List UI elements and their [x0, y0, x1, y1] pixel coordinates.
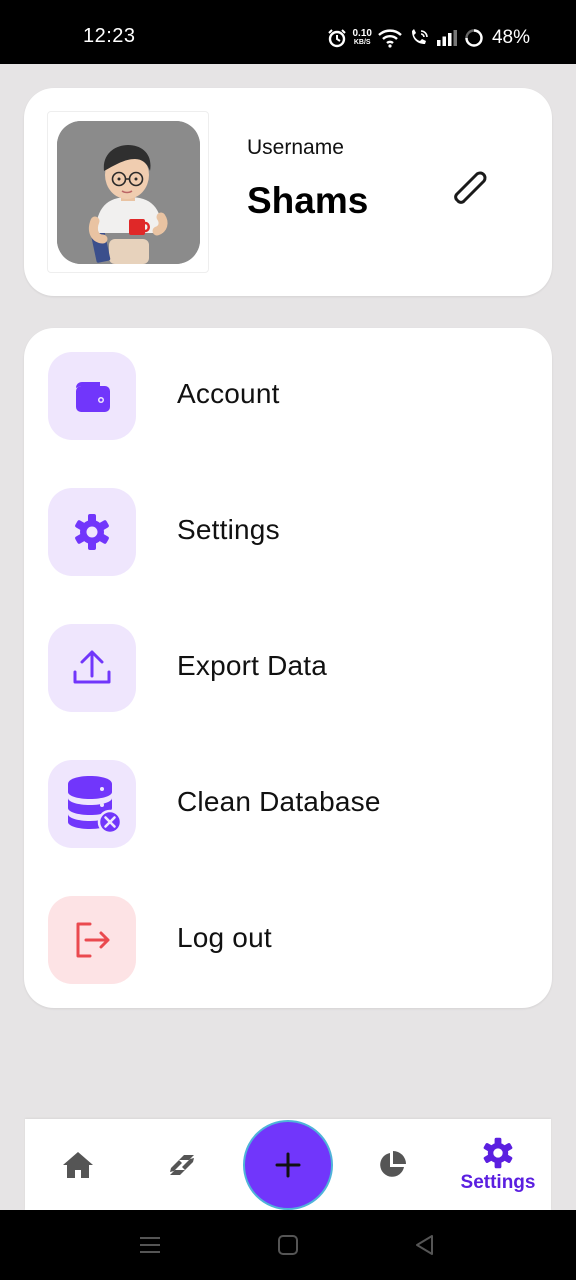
signal-icon: [436, 30, 457, 46]
home-square-icon[interactable]: [275, 1232, 301, 1258]
menu-item-account[interactable]: Account: [24, 352, 552, 440]
gear-icon: [483, 1137, 513, 1168]
add-button[interactable]: [243, 1120, 333, 1210]
swap-icon: [170, 1154, 194, 1175]
database-remove-icon: [68, 776, 123, 835]
menu-icon-box: [48, 488, 136, 576]
network-speed: 0.10 KB/S: [353, 29, 372, 47]
menu-card: Account Settings Export Data Clean Datab…: [24, 328, 552, 1008]
menu-item-clean-database[interactable]: Clean Database: [24, 760, 552, 848]
avatar: [57, 121, 200, 264]
wifi-icon: [378, 29, 402, 48]
avatar-illustration: [57, 121, 200, 264]
nav-stats[interactable]: [361, 1119, 423, 1210]
menu-label-clean-database: Clean Database: [177, 786, 381, 817]
upload-icon: [73, 650, 111, 684]
avatar-frame: [47, 111, 209, 273]
menu-label-settings: Settings: [177, 514, 280, 545]
menu-icon-box: [48, 896, 136, 984]
logout-icon: [76, 922, 110, 958]
menu-label-log-out: Log out: [177, 922, 272, 953]
home-icon: [63, 1151, 93, 1178]
gear-icon: [75, 514, 109, 550]
wallet-icon: [76, 382, 110, 412]
status-bar: 12:23 0.10 KB/S 48%: [0, 0, 576, 64]
plus-icon: [275, 1152, 301, 1178]
menu-label-account: Account: [177, 378, 280, 409]
nav-home[interactable]: [47, 1119, 109, 1210]
nav-transactions[interactable]: [151, 1119, 213, 1210]
pie-chart-icon: [380, 1150, 406, 1177]
network-speed-unit: KB/S: [353, 39, 371, 46]
nav-settings-label: Settings: [460, 1171, 536, 1193]
menu-icon[interactable]: [137, 1232, 163, 1258]
nav-settings[interactable]: Settings: [453, 1119, 543, 1210]
menu-item-log-out[interactable]: Log out: [24, 896, 552, 984]
back-icon[interactable]: [412, 1232, 438, 1258]
username-value: Shams: [247, 180, 369, 221]
menu-icon-box: [48, 760, 136, 848]
menu-item-export-data[interactable]: Export Data: [24, 624, 552, 712]
status-time: 12:23: [83, 25, 136, 47]
profile-card: Username Shams: [24, 88, 552, 296]
pencil-icon: [454, 171, 487, 204]
system-nav-bar: [0, 1210, 576, 1280]
edit-profile-button[interactable]: [444, 158, 496, 210]
wifi-call-icon: [411, 29, 428, 44]
battery-ring-icon: [465, 29, 483, 47]
menu-icon-box: [48, 352, 136, 440]
menu-label-export-data: Export Data: [177, 650, 328, 681]
alarm-icon: [327, 29, 346, 48]
network-speed-value: 0.10: [352, 28, 372, 39]
menu-icon-box: [48, 624, 136, 712]
status-icons: 0.10 KB/S 48%: [327, 26, 530, 50]
menu-item-settings[interactable]: Settings: [24, 488, 552, 576]
username-label: Username: [247, 136, 344, 159]
battery-percentage: 48%: [491, 27, 530, 48]
